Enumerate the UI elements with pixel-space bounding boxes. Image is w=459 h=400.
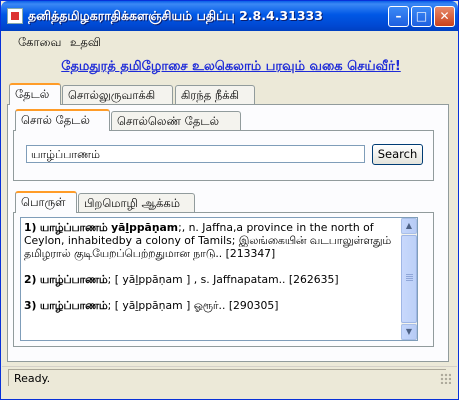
- result-number: 3): [24, 299, 37, 312]
- app-icon: [7, 8, 23, 24]
- scroll-down-icon[interactable]: ▼: [401, 324, 417, 340]
- scroll-thumb[interactable]: [401, 235, 417, 323]
- result-entry: 3) யாழ்ப்பாணம்; [ yāḻppāṇam ] ஓரூர்.. [2…: [24, 299, 402, 312]
- tab-search[interactable]: தேடல்: [9, 83, 61, 105]
- tab-word-search[interactable]: சொல் தேடல்: [15, 109, 110, 131]
- search-input[interactable]: யாழ்ப்பாணம்: [26, 145, 365, 163]
- vertical-scrollbar[interactable]: ▲ ▼: [401, 218, 417, 340]
- tab-word-number-search[interactable]: சொல்லெண் தேடல்: [111, 111, 241, 131]
- title-bar[interactable]: தனித்தமிழகராதிக்களஞ்சியம் பதிப்பு 2.8.4.…: [1, 1, 458, 31]
- search-button[interactable]: Search: [372, 144, 423, 165]
- status-panel: [8, 369, 446, 386]
- menu-bar: கோவை உதவி: [2, 31, 457, 52]
- result-entry: 1) யாழ்ப்பாணம் yāḻppāṇam;, n. Jaffna,a p…: [24, 221, 402, 260]
- result-word: யாழ்ப்பாணம்: [39, 299, 108, 312]
- result-entry: 2) யாழ்ப்பாணம்; [ yāḻppāṇam ] , s. Jaffn…: [24, 273, 402, 286]
- close-button[interactable]: ✕: [434, 6, 455, 27]
- tab-foreign-coinage[interactable]: பிறமொழி ஆக்கம்: [78, 193, 195, 213]
- tab-meaning[interactable]: பொருள்: [15, 191, 77, 213]
- tab-grantha-remover[interactable]: கிரந்த நீக்கி: [175, 85, 255, 105]
- resize-grip-icon[interactable]: [440, 373, 451, 384]
- status-bar: Ready.: [2, 366, 457, 399]
- results-textbox[interactable]: 1) யாழ்ப்பாணம் yāḻppāṇam;, n. Jaffna,a p…: [20, 217, 418, 341]
- menu-help[interactable]: உதவி: [70, 35, 101, 51]
- minimize-button[interactable]: –: [388, 6, 409, 27]
- scroll-up-icon[interactable]: ▲: [401, 218, 417, 234]
- result-number: 1): [24, 221, 37, 234]
- app-window: தனித்தமிழகராதிக்களஞ்சியம் பதிப்பு 2.8.4.…: [0, 0, 459, 400]
- maximize-button[interactable]: □: [411, 6, 432, 27]
- result-word: யாழ்ப்பாணம்: [39, 273, 108, 286]
- menu-file[interactable]: கோவை: [18, 35, 61, 51]
- status-text: Ready.: [14, 372, 51, 385]
- result-word: யாழ்ப்பாணம்: [39, 221, 108, 234]
- result-translit: yāḻppāṇam: [111, 221, 179, 234]
- result-text: ; [ yāḻppāṇam ] , s. Jaffnapatam.. [2626…: [107, 273, 339, 286]
- banner-link[interactable]: தேமதுரத் தமிழோசை உலகெலாம் பரவும் வகை செய…: [31, 59, 431, 75]
- window-title: தனித்தமிழகராதிக்களஞ்சியம் பதிப்பு 2.8.4.…: [28, 8, 323, 23]
- tab-word-builder[interactable]: சொல்லுருவாக்கி: [62, 85, 173, 105]
- result-text: ; [ yāḻppāṇam ] ஓரூர்.. [290305]: [107, 299, 279, 312]
- result-number: 2): [24, 273, 37, 286]
